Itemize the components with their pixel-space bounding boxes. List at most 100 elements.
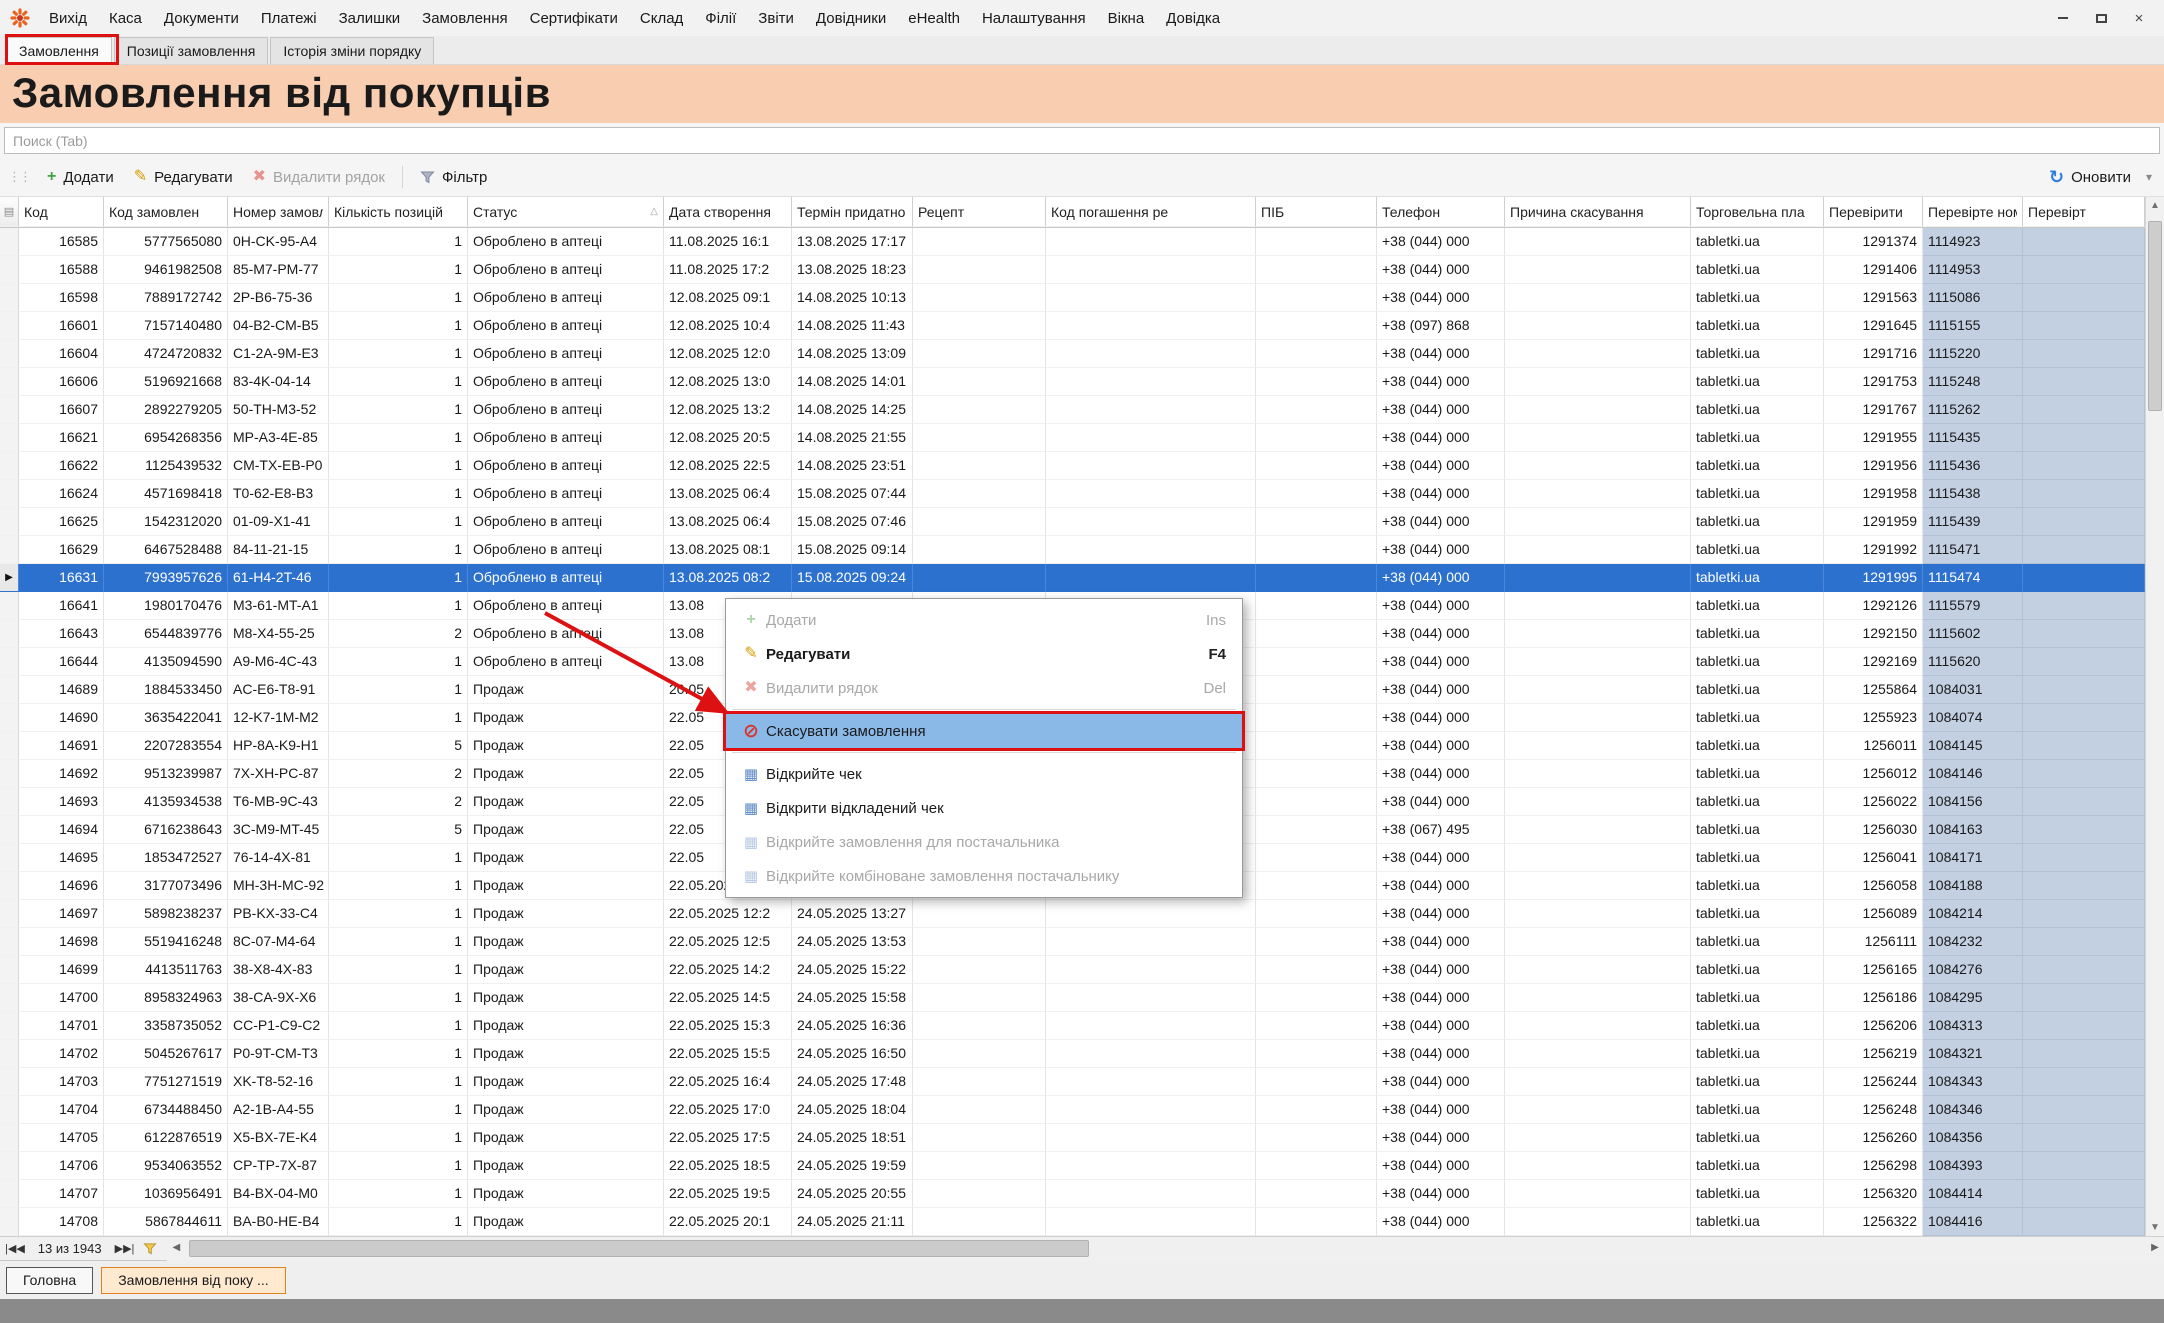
menubar-item[interactable]: Каса: [98, 6, 153, 31]
nav-first-button[interactable]: |◀◀: [0, 1238, 30, 1260]
table-row[interactable]: 1469855194162488C-07-M4-641Продаж22.05.2…: [0, 928, 2145, 956]
column-header[interactable]: Телефон: [1377, 197, 1505, 227]
cell: 1256011: [1824, 732, 1923, 760]
menubar-item[interactable]: eHealth: [897, 6, 971, 31]
scroll-up-icon[interactable]: ▲: [2146, 197, 2164, 214]
column-header[interactable]: Рецепт: [913, 197, 1046, 227]
cell: 1084031: [1923, 676, 2023, 704]
minimize-button[interactable]: [2054, 9, 2072, 27]
menubar-item[interactable]: Сертифікати: [519, 6, 629, 31]
tab-item[interactable]: Позиції замовлення: [114, 37, 269, 64]
close-button[interactable]: ×: [2130, 9, 2148, 27]
table-row[interactable]: 147013358735052CC-P1-C9-C21Продаж22.05.2…: [0, 1012, 2145, 1040]
column-header[interactable]: Термін придатно: [792, 197, 913, 227]
table-row[interactable]: 166244571698418T0-62-E8-B31Оброблено в а…: [0, 480, 2145, 508]
column-header[interactable]: Кількість позицій: [329, 197, 468, 227]
horizontal-scroll-thumb[interactable]: [189, 1240, 1089, 1257]
scroll-left-icon[interactable]: ◀: [167, 1237, 185, 1261]
menubar-item[interactable]: Налаштування: [971, 6, 1097, 31]
refresh-button[interactable]: ↻ Оновити: [2040, 164, 2140, 190]
table-row[interactable]: 147071036956491B4-BX-04-M01Продаж22.05.2…: [0, 1180, 2145, 1208]
cell: [1256, 536, 1377, 564]
context-menu-item[interactable]: ⊘Скасувати замовлення: [726, 714, 1242, 748]
context-menu-item-label: Видалити рядок: [766, 680, 878, 697]
table-row[interactable]: 16601715714048004-B2-CM-B51Оброблено в а…: [0, 312, 2145, 340]
table-row[interactable]: 166221125439532CM-TX-EB-P01Оброблено в а…: [0, 452, 2145, 480]
restore-button[interactable]: [2092, 9, 2110, 27]
menubar-item[interactable]: Звіти: [747, 6, 805, 31]
menubar-item[interactable]: Документи: [153, 6, 250, 31]
context-menu-item[interactable]: ✎РедагуватиF4: [726, 637, 1242, 671]
column-header[interactable]: Код: [19, 197, 104, 227]
column-header[interactable]: Дата створення: [664, 197, 792, 227]
cell: 1: [329, 284, 468, 312]
add-button[interactable]: + Додати: [38, 165, 123, 190]
edit-button[interactable]: ✎ Редагувати: [125, 165, 242, 190]
tab-orders-active[interactable]: Замовлення: [6, 37, 112, 64]
column-header[interactable]: Перевірити: [1824, 197, 1923, 227]
menubar-item[interactable]: Вікна: [1097, 6, 1156, 31]
footer-filter-icon[interactable]: [143, 1242, 157, 1256]
table-row[interactable]: 1658557775650800H-CK-95-A41Оброблено в а…: [0, 228, 2145, 256]
cell: 14.08.2025 14:25: [792, 396, 913, 424]
column-header[interactable]: Причина скасування: [1505, 197, 1691, 227]
column-header[interactable]: Перевірте номер: [1923, 197, 2023, 227]
nav-next-button[interactable]: ▶▶|: [110, 1238, 140, 1260]
bottom-tab[interactable]: Головна: [6, 1267, 93, 1294]
context-menu-item[interactable]: ▦Відкрийте чек: [726, 757, 1242, 791]
menubar-item[interactable]: Платежі: [250, 6, 328, 31]
cell: 1256022: [1824, 788, 1923, 816]
table-row[interactable]: 147056122876519X5-BX-7E-K41Продаж22.05.2…: [0, 1124, 2145, 1152]
cell: 1115620: [1923, 648, 2023, 676]
column-header[interactable]: Торговельна пла: [1691, 197, 1824, 227]
menubar-item[interactable]: Замовлення: [411, 6, 518, 31]
table-row[interactable]: 147069534063552CP-TP-7X-871Продаж22.05.2…: [0, 1152, 2145, 1180]
row-indicator: [0, 984, 19, 1012]
column-header[interactable]: ПІБ: [1256, 197, 1377, 227]
menubar-item[interactable]: Вихід: [38, 6, 98, 31]
menubar-item[interactable]: Довідка: [1155, 6, 1231, 31]
table-row[interactable]: 146975898238237PB-KX-33-C41Продаж22.05.2…: [0, 900, 2145, 928]
column-header[interactable]: Статус△: [468, 197, 664, 227]
cell: 1: [329, 956, 468, 984]
menubar-item[interactable]: Залишки: [328, 6, 412, 31]
cell: [913, 396, 1046, 424]
table-row[interactable]: ▶16631799395762661-H4-2T-461Оброблено в …: [0, 564, 2145, 592]
bottom-tab-active[interactable]: Замовлення від поку ...: [101, 1267, 285, 1294]
vertical-scroll-thumb[interactable]: [2148, 221, 2162, 411]
cell: tabletki.ua: [1691, 900, 1824, 928]
menubar-item[interactable]: Склад: [629, 6, 694, 31]
table-row[interactable]: 147046734488450A2-1B-A4-551Продаж22.05.2…: [0, 1096, 2145, 1124]
table-row[interactable]: 16629646752848884-11-21-151Оброблено в а…: [0, 536, 2145, 564]
table-row[interactable]: 166044724720832C1-2A-9M-E31Оброблено в а…: [0, 340, 2145, 368]
table-row[interactable]: 16607289227920550-TH-M3-521Оброблено в а…: [0, 396, 2145, 424]
scroll-right-icon[interactable]: ▶: [2146, 1237, 2164, 1261]
menubar-item[interactable]: Довідники: [805, 6, 897, 31]
table-row[interactable]: 14700895832496338-CA-9X-X61Продаж22.05.2…: [0, 984, 2145, 1012]
cell: [1256, 620, 1377, 648]
table-row[interactable]: 147037751271519XK-T8-52-161Продаж22.05.2…: [0, 1068, 2145, 1096]
scroll-down-icon[interactable]: ▼: [2146, 1219, 2164, 1236]
table-row[interactable]: 166216954268356MP-A3-4E-851Оброблено в а…: [0, 424, 2145, 452]
table-row[interactable]: 16588946198250885-M7-PM-771Оброблено в а…: [0, 256, 2145, 284]
toolbar-overflow-chevron-icon[interactable]: ▾: [2142, 170, 2156, 184]
context-menu-item[interactable]: ▦Відкрити відкладений чек: [726, 791, 1242, 825]
table-row[interactable]: 1659878891727422P-B6-75-361Оброблено в а…: [0, 284, 2145, 312]
search-input[interactable]: [4, 127, 2160, 154]
menubar-item[interactable]: Філії: [694, 6, 747, 31]
sort-ascending-icon: △: [650, 197, 658, 227]
column-header[interactable]: Код замовлен: [104, 197, 228, 227]
table-row[interactable]: 147085867844611BA-B0-HE-B41Продаж22.05.2…: [0, 1208, 2145, 1236]
column-header[interactable]: Код погашення ре: [1046, 197, 1256, 227]
table-row[interactable]: 16625154231202001-09-X1-411Оброблено в а…: [0, 508, 2145, 536]
column-header[interactable]: Номер замовленн: [228, 197, 329, 227]
table-row[interactable]: 14699441351176338-X8-4X-831Продаж22.05.2…: [0, 956, 2145, 984]
cell: Продаж: [468, 1040, 664, 1068]
column-header[interactable]: Перевірт: [2023, 197, 2145, 227]
filter-button[interactable]: Фільтр: [411, 165, 496, 190]
horizontal-scrollbar[interactable]: ◀ ▶: [167, 1237, 2164, 1261]
table-row[interactable]: 16606519692166883-4K-04-141Оброблено в а…: [0, 368, 2145, 396]
tab-item[interactable]: Історія зміни порядку: [270, 37, 434, 64]
vertical-scrollbar[interactable]: ▲ ▼: [2145, 197, 2164, 1236]
table-row[interactable]: 147025045267617P0-9T-CM-T31Продаж22.05.2…: [0, 1040, 2145, 1068]
